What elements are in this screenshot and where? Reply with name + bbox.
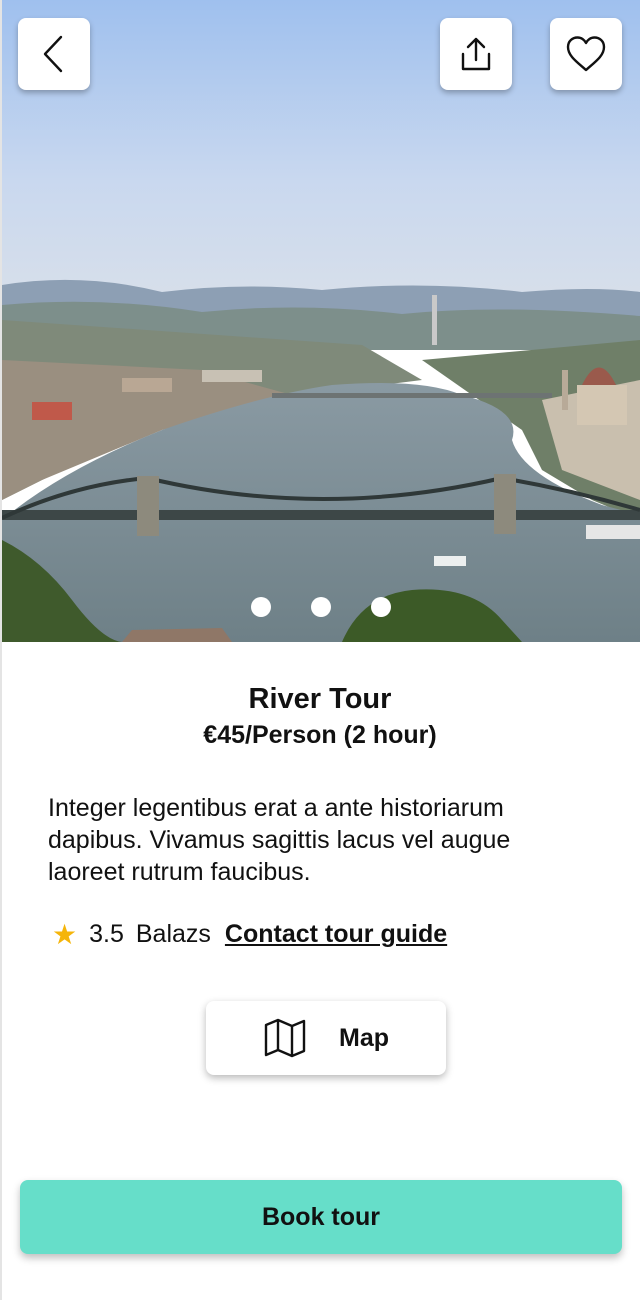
map-button[interactable]: Map	[206, 1001, 446, 1075]
map-button-label: Map	[339, 1023, 389, 1052]
book-tour-button[interactable]: Book tour	[20, 1180, 622, 1254]
tour-description: Integer legentibus erat a ante historiar…	[48, 794, 511, 886]
hero-image-carousel[interactable]	[2, 0, 640, 642]
star-icon: ★	[52, 918, 78, 950]
tour-title: River Tour	[248, 683, 392, 715]
guide-name: Balazs	[135, 920, 211, 948]
carousel-dot-1[interactable]	[251, 597, 271, 617]
rating-value: 3.5	[89, 920, 124, 948]
favorite-button[interactable]	[550, 18, 622, 90]
back-button[interactable]	[18, 18, 90, 90]
share-button[interactable]	[440, 18, 512, 90]
tour-detail-screen: River Tour €45/Person (2 hour) Integer l…	[0, 0, 640, 1300]
contact-guide-link[interactable]: Contact tour guide	[225, 920, 447, 949]
share-icon	[461, 37, 491, 71]
tour-price: €45/Person (2 hour)	[203, 721, 437, 749]
hero-photo	[2, 0, 640, 642]
carousel-dot-3[interactable]	[371, 597, 391, 617]
carousel-indicator	[2, 597, 640, 617]
chevron-left-icon	[43, 35, 63, 73]
map-icon	[264, 1018, 306, 1058]
carousel-dot-2[interactable]	[311, 597, 331, 617]
tour-meta-row: ★ 3.5 Balazs Contact tour guide	[52, 920, 447, 949]
heart-icon	[566, 36, 606, 72]
